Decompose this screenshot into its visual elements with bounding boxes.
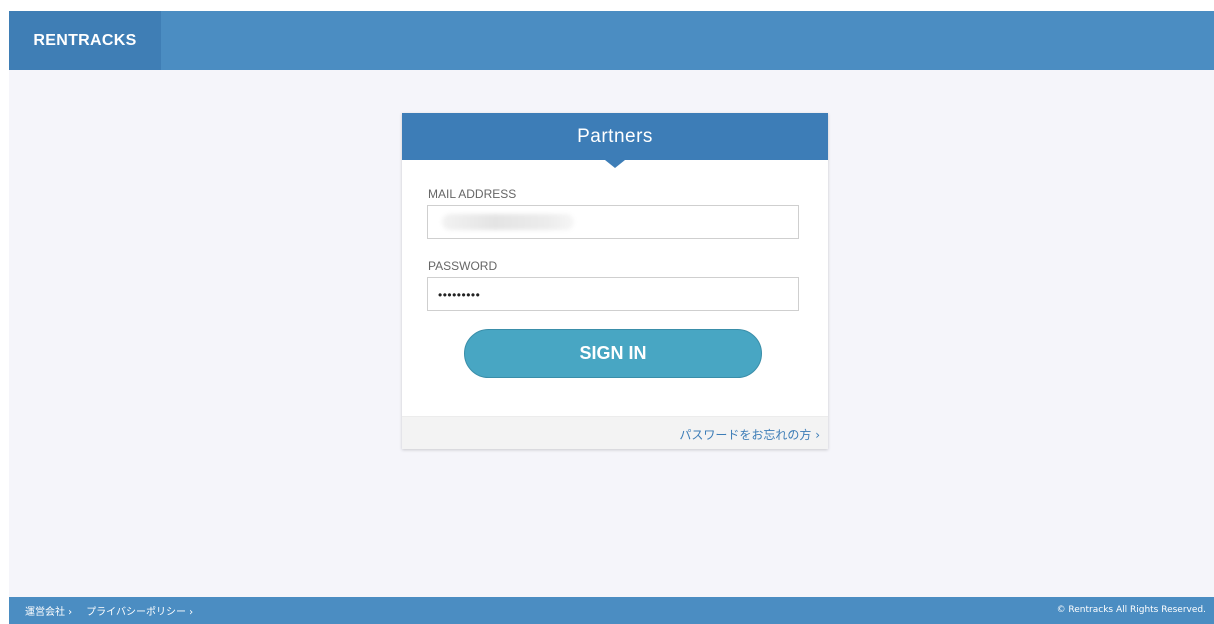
footer-link-company[interactable]: 運営会社 › <box>25 603 72 618</box>
mail-label: MAIL ADDRESS <box>428 187 517 201</box>
card-footer: パスワードをお忘れの方 › <box>402 416 828 449</box>
password-value: ••••••••• <box>438 288 481 302</box>
sign-in-button[interactable]: SIGN IN <box>464 329 762 378</box>
top-header: RENTRACKS <box>9 11 1214 70</box>
card-title: Partners <box>402 113 828 160</box>
copyright-text: © Rentracks All Rights Reserved. <box>1056 605 1206 615</box>
page-frame: RENTRACKS Partners MAIL ADDRESS PASSWORD… <box>9 11 1214 624</box>
blurred-email-value <box>442 214 574 230</box>
rentracks-logo[interactable]: RENTRACKS <box>9 11 161 70</box>
login-card: Partners MAIL ADDRESS PASSWORD •••••••••… <box>402 113 828 449</box>
footer-links: 運営会社 › プライバシーポリシー › <box>25 597 207 624</box>
password-input[interactable]: ••••••••• <box>427 277 799 311</box>
password-label: PASSWORD <box>428 259 498 273</box>
mail-address-input[interactable] <box>427 205 799 239</box>
footer-link-privacy[interactable]: プライバシーポリシー › <box>86 603 193 618</box>
page-footer: 運営会社 › プライバシーポリシー › © Rentracks All Righ… <box>9 597 1214 624</box>
forgot-password-link[interactable]: パスワードをお忘れの方 › <box>679 426 820 443</box>
card-title-pointer <box>605 160 625 168</box>
